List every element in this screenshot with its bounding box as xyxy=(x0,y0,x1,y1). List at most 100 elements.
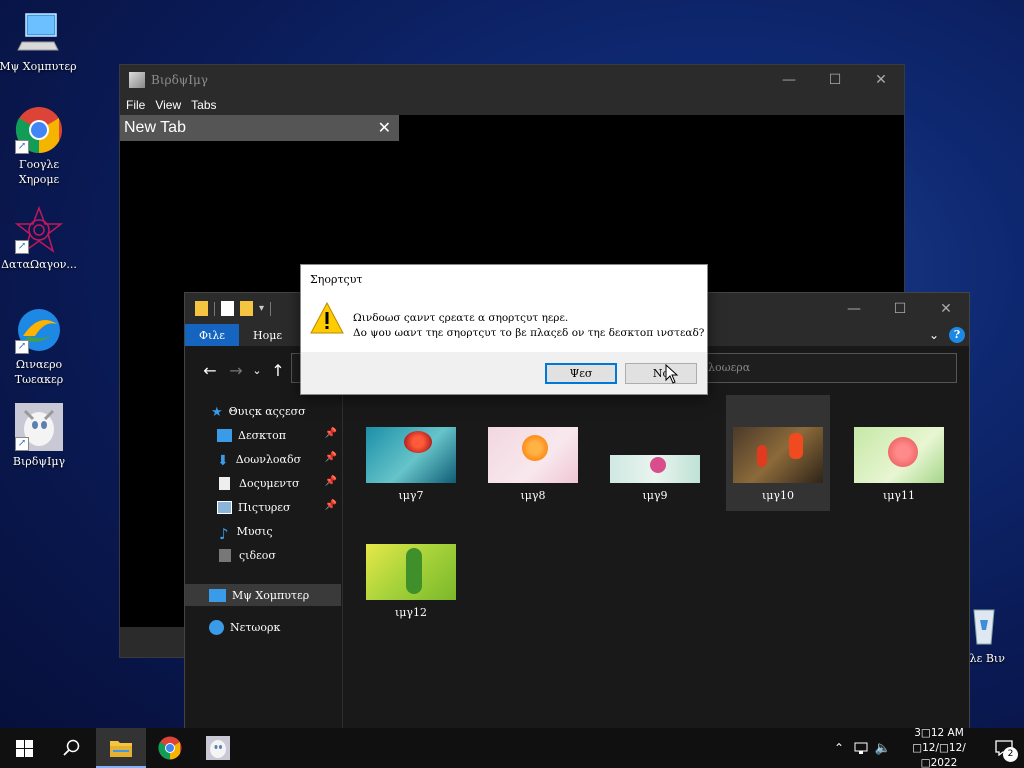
network-icon[interactable] xyxy=(850,741,872,755)
tab-new-tab[interactable]: New Tab ✕ xyxy=(120,115,399,141)
chrome-icon: ↗ xyxy=(15,106,63,154)
nav-label: Νετωορκ xyxy=(230,620,281,634)
ribbon-expand-icon[interactable]: ⌄ xyxy=(929,328,939,342)
navigation-pane: ★ Θυιςκ αςςεσσ Δεσκτοπ 📌 ⬇ Δοωνλοαδσ 📌 Δ… xyxy=(185,395,343,728)
up-icon[interactable]: ↑ xyxy=(265,361,291,380)
properties-icon[interactable] xyxy=(221,301,234,316)
network-icon xyxy=(209,619,224,635)
nav-desktop[interactable]: Δεσκτοπ 📌 xyxy=(185,424,341,446)
file-name: ιμγ7 xyxy=(398,489,424,502)
forward-icon[interactable]: → xyxy=(223,361,249,380)
shortcut-arrow-icon: ↗ xyxy=(15,340,29,354)
nav-pictures[interactable]: Πιςτυρεσ 📌 xyxy=(185,496,341,518)
help-icon[interactable]: ? xyxy=(949,327,965,343)
file-list: ιμγ7 ιμγ8 ιμγ9 ιμγ10 ιμγ11 ιμγ12 xyxy=(344,395,969,728)
close-button[interactable]: ✕ xyxy=(858,65,904,95)
taskbar-file-explorer[interactable] xyxy=(96,728,146,768)
desktop-icon-my-computer[interactable]: Μψ Χομπυτερ xyxy=(0,8,78,74)
system-tray: ⌃ 🔈 3□12 AM □12/□12/□2022 2 xyxy=(828,726,1024,768)
yes-button[interactable]: Ψεσ xyxy=(545,363,617,384)
desktop-icon-label: Ωιναερο xyxy=(15,358,63,371)
folder-icon xyxy=(195,301,208,316)
nav-network[interactable]: Νετωορκ xyxy=(185,616,341,638)
shortcut-arrow-icon: ↗ xyxy=(15,437,29,451)
desktop-icon-label: ΒιρδψΙμγ xyxy=(12,455,66,468)
dialog-body: Ωινδοωσ ςανντ ςρεατε α σηορτςυτ ηερε. Δο… xyxy=(301,293,707,349)
folder-icon xyxy=(110,741,132,757)
search-box-text[interactable]: λοωερα xyxy=(708,361,750,374)
clock[interactable]: 3□12 AM □12/□12/□2022 xyxy=(894,726,984,768)
menu-view[interactable]: View xyxy=(155,98,181,112)
file-item[interactable]: ιμγ8 xyxy=(481,427,585,502)
pin-icon[interactable]: 📌 xyxy=(325,476,337,487)
pin-icon[interactable]: 📌 xyxy=(325,452,337,463)
divider xyxy=(214,301,215,316)
viewer-titlebar[interactable]: ΒιρδψΙμγ — ☐ ✕ xyxy=(120,65,904,95)
maximize-button[interactable]: ☐ xyxy=(877,294,923,324)
nav-label: Πιςτυρεσ xyxy=(238,500,291,514)
desktop-icon-label-line2: Χηρομε xyxy=(18,173,60,186)
dialog-title: Σηορτςυτ xyxy=(310,272,363,286)
desktop-icon-label: ΔαταΩαγον... xyxy=(1,258,77,271)
file-item[interactable]: ιμγ9 xyxy=(603,427,707,502)
minimize-button[interactable]: — xyxy=(766,65,812,95)
nav-videos[interactable]: ςιδεοσ xyxy=(185,544,341,566)
maximize-button[interactable]: ☐ xyxy=(812,65,858,95)
close-button[interactable]: ✕ xyxy=(923,294,969,324)
nav-label: Θυιςκ αςςεσσ xyxy=(228,404,306,418)
tab-close-icon[interactable]: ✕ xyxy=(378,118,391,138)
windows-logo-icon xyxy=(15,739,33,757)
file-name: ιμγ12 xyxy=(394,606,428,619)
search-icon xyxy=(63,739,80,756)
show-hidden-icons-icon[interactable]: ⌃ xyxy=(828,741,850,755)
file-item[interactable]: ιμγ11 xyxy=(847,427,951,502)
notification-button[interactable]: 2 xyxy=(984,728,1024,768)
desktop-icon-label: Μψ Χομπυτερ xyxy=(0,60,77,73)
tab-home[interactable]: Ηομε xyxy=(239,329,296,342)
shortcut-arrow-icon: ↗ xyxy=(15,140,29,154)
desktop-icon-google-chrome[interactable]: ↗ Γοογλε Χηρομε xyxy=(0,106,79,187)
desktop-icon-datawagon[interactable]: ↗ ΔαταΩαγον... xyxy=(0,205,79,272)
nav-music[interactable]: ♪ Μυσις xyxy=(185,520,341,543)
nav-documents[interactable]: Δοςυμεντσ 📌 xyxy=(185,472,341,494)
desktop-icon-birdyimg[interactable]: ↗ ΒιρδψΙμγ xyxy=(0,403,79,469)
dialog-message-line2: Δο ψου ωαντ τηε σηορτςυτ το βε πλαςεδ ον… xyxy=(353,327,705,339)
minimize-button[interactable]: — xyxy=(831,294,877,324)
nav-label: ςιδεοσ xyxy=(239,548,276,562)
menu-file[interactable]: File xyxy=(126,98,145,112)
pictures-icon xyxy=(217,500,232,514)
viewer-menubar: File View Tabs xyxy=(120,95,904,115)
taskbar-chrome[interactable] xyxy=(146,728,194,768)
desktop-icon-label: Γοογλε xyxy=(18,158,60,171)
datawagon-icon: ↗ xyxy=(14,205,64,254)
pin-icon[interactable]: 📌 xyxy=(325,500,337,511)
nav-label: Δεσκτοπ xyxy=(238,428,286,442)
no-button[interactable]: Νο xyxy=(625,363,697,384)
back-icon[interactable]: ← xyxy=(197,361,223,380)
tab-file[interactable]: Φιλε xyxy=(185,324,239,346)
nav-my-computer[interactable]: Μψ Χομπυτερ xyxy=(185,584,341,606)
nav-downloads[interactable]: ⬇ Δοωνλοαδσ 📌 xyxy=(185,448,341,470)
nav-quick-access[interactable]: ★ Θυιςκ αςςεσσ xyxy=(185,400,341,422)
taskbar-birdyimg[interactable] xyxy=(194,728,242,768)
pin-icon[interactable]: 📌 xyxy=(325,428,337,439)
viewer-title: ΒιρδψΙμγ xyxy=(151,73,208,87)
file-item[interactable]: ιμγ10 xyxy=(726,395,830,511)
divider xyxy=(270,301,272,316)
desktop-icon-winaero-tweaker[interactable]: ↗ Ωιναερο Τωεακερ xyxy=(0,306,79,387)
file-name: ιμγ9 xyxy=(642,489,668,502)
file-item[interactable]: ιμγ7 xyxy=(359,427,463,502)
winaero-tweaker-icon: ↗ xyxy=(15,306,63,354)
search-button[interactable] xyxy=(48,728,96,768)
image-thumbnail xyxy=(733,427,823,483)
volume-icon[interactable]: 🔈 xyxy=(872,741,894,756)
image-thumbnail xyxy=(366,544,456,600)
new-folder-icon[interactable] xyxy=(240,301,253,316)
quick-access-dropdown-icon[interactable]: ▾ xyxy=(259,303,264,314)
clock-time: 3□12 AM xyxy=(914,726,964,739)
videos-icon xyxy=(219,548,231,562)
file-item[interactable]: ιμγ12 xyxy=(359,544,463,619)
start-button[interactable] xyxy=(0,728,48,768)
menu-tabs[interactable]: Tabs xyxy=(191,98,216,112)
recent-locations-icon[interactable]: ⌄ xyxy=(249,364,265,377)
